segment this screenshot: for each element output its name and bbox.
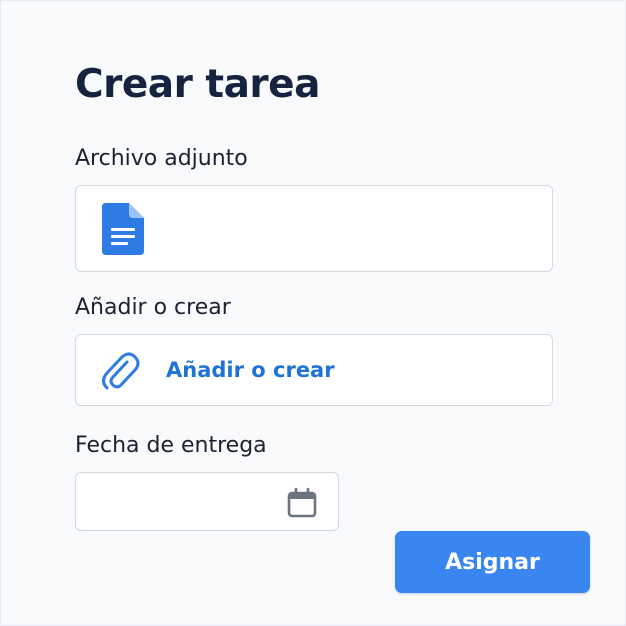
assign-button[interactable]: Asignar <box>395 531 590 593</box>
attachment-label: Archivo adjunto <box>75 146 248 171</box>
add-or-create-label: Añadir o crear <box>75 295 231 320</box>
add-or-create-button[interactable]: Añadir o crear <box>75 334 553 406</box>
attachment-field[interactable] <box>75 185 553 272</box>
paperclip-icon <box>102 352 140 390</box>
due-date-input[interactable] <box>75 472 339 531</box>
due-date-label: Fecha de entrega <box>75 433 267 458</box>
create-task-panel: Crear tarea Archivo adjunto Añadir o cre… <box>0 0 626 626</box>
page-title: Crear tarea <box>75 62 320 107</box>
document-icon[interactable] <box>102 203 144 255</box>
add-or-create-text: Añadir o crear <box>166 358 335 382</box>
calendar-icon[interactable] <box>286 487 318 519</box>
